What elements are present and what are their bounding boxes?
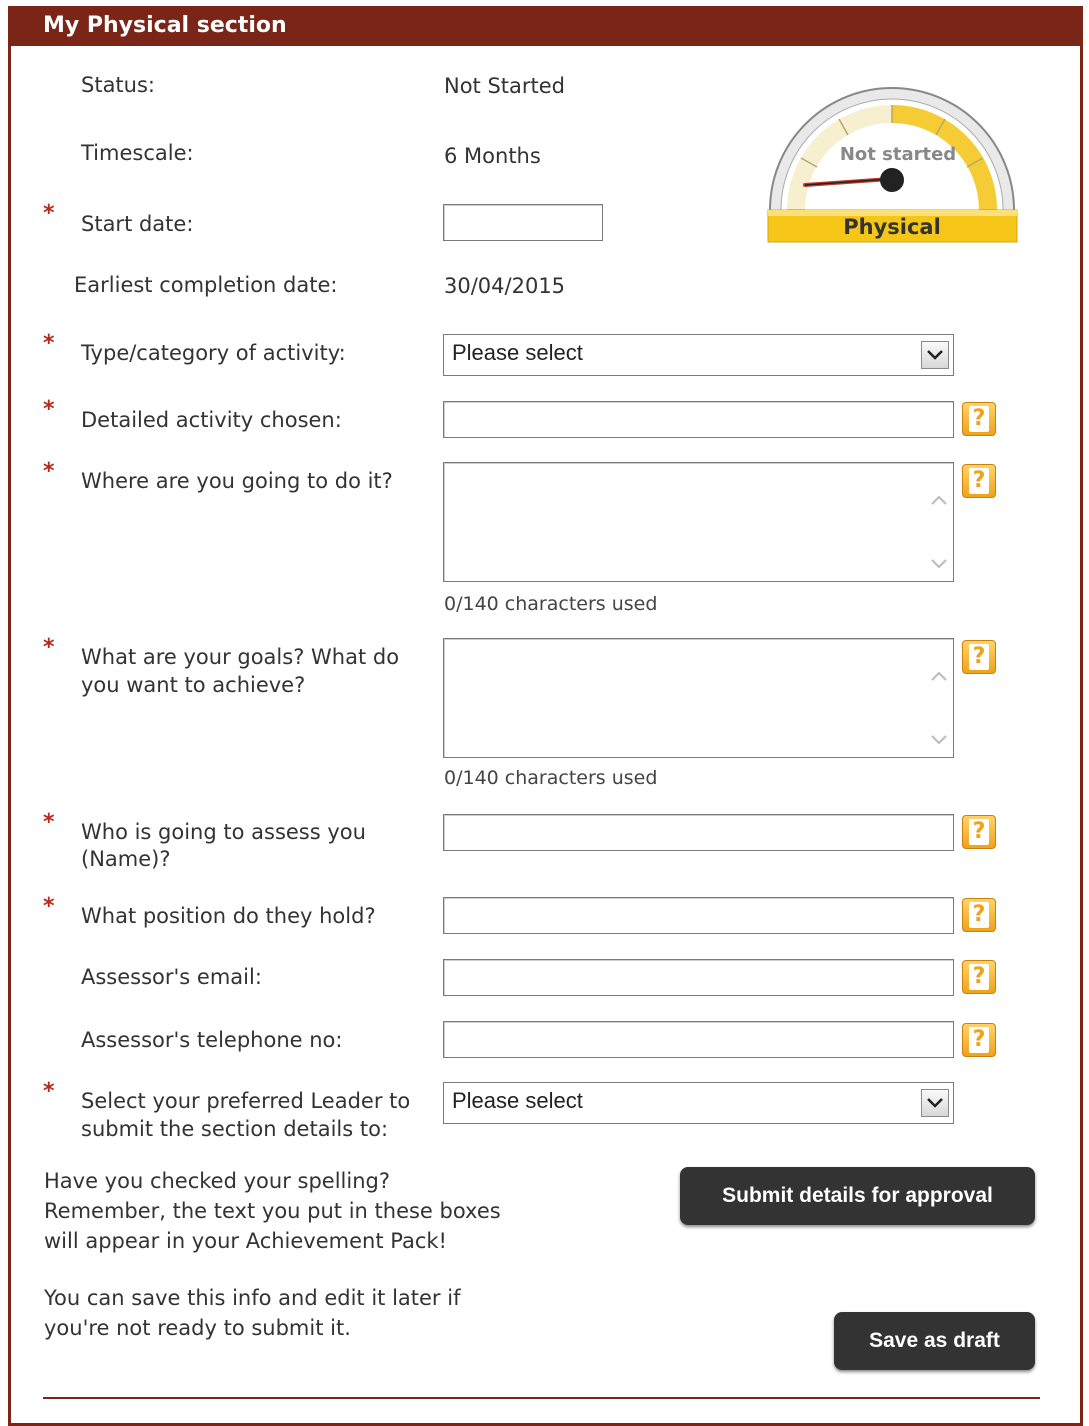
required-marker: *	[43, 201, 55, 226]
status-value: Not Started	[444, 74, 566, 98]
help-icon[interactable]: ?	[962, 1023, 996, 1057]
gauge-section-label: Physical	[843, 215, 941, 239]
assessor-name-label-line1: Who is going to assess you	[81, 820, 366, 844]
assessor-email-label: Assessor's email:	[81, 965, 262, 989]
gauge-graphic: Not started Physical	[767, 87, 1018, 243]
where-label: Where are you going to do it?	[81, 469, 393, 493]
help-icon[interactable]: ?	[962, 815, 996, 849]
required-marker: *	[43, 331, 55, 356]
help-icon[interactable]: ?	[962, 402, 996, 436]
where-textarea[interactable]	[443, 462, 954, 582]
required-marker: *	[43, 810, 55, 835]
help-icon[interactable]: ?	[962, 464, 996, 498]
section-divider	[43, 1397, 1040, 1399]
required-marker: *	[43, 894, 55, 919]
where-char-counter: 0/140 characters used	[444, 593, 658, 615]
textarea-scrollbar[interactable]	[927, 487, 951, 577]
type-category-label: Type/category of activity:	[81, 341, 346, 365]
start-date-input[interactable]	[443, 204, 603, 241]
required-marker: *	[43, 459, 55, 484]
earliest-completion-value: 30/04/2015	[444, 274, 566, 298]
assessor-phone-input[interactable]	[443, 1021, 954, 1058]
textarea-scrollbar[interactable]	[927, 663, 951, 753]
leader-select[interactable]: Please select	[443, 1082, 954, 1124]
save-as-draft-button[interactable]: Save as draft	[834, 1312, 1035, 1370]
earliest-completion-label: Earliest completion date:	[74, 273, 338, 297]
goals-textarea[interactable]	[443, 638, 954, 758]
required-marker: *	[43, 397, 55, 422]
progress-gauge: Not started Physical	[765, 72, 1020, 247]
goals-label-line1: What are your goals? What do	[81, 645, 400, 669]
leader-value: Please select	[452, 1088, 583, 1113]
assessor-name-input[interactable]	[443, 814, 954, 851]
chevron-down-icon[interactable]	[921, 1089, 949, 1117]
type-category-value: Please select	[452, 340, 583, 365]
help-icon[interactable]: ?	[962, 640, 996, 674]
leader-label-line2: submit the section details to:	[81, 1117, 389, 1141]
assessor-name-label-line2: (Name)?	[81, 847, 171, 871]
timescale-value: 6 Months	[444, 144, 541, 168]
detailed-activity-label: Detailed activity chosen:	[81, 408, 342, 432]
goals-char-counter: 0/140 characters used	[444, 767, 658, 789]
position-label: What position do they hold?	[81, 904, 376, 928]
status-label: Status:	[81, 73, 155, 97]
gauge-status-text: Not started	[840, 144, 956, 165]
submit-for-approval-button[interactable]: Submit details for approval	[680, 1167, 1035, 1225]
assessor-email-input[interactable]	[443, 959, 954, 996]
goals-label-line2: you want to achieve?	[81, 673, 306, 697]
save-note: You can save this info and edit it later…	[44, 1286, 461, 1340]
spelling-note: Have you checked your spelling? Remember…	[44, 1169, 501, 1253]
required-marker: *	[43, 1079, 55, 1104]
help-icon[interactable]: ?	[962, 898, 996, 932]
timescale-label: Timescale:	[81, 141, 194, 165]
leader-label-line1: Select your preferred Leader to	[81, 1089, 411, 1113]
section-header: My Physical section	[8, 6, 1083, 46]
required-marker: *	[43, 635, 55, 660]
type-category-select[interactable]: Please select	[443, 334, 954, 376]
detailed-activity-input[interactable]	[443, 401, 954, 438]
assessor-phone-label: Assessor's telephone no:	[81, 1028, 343, 1052]
position-input[interactable]	[443, 897, 954, 934]
help-icon[interactable]: ?	[962, 960, 996, 994]
start-date-label: Start date:	[81, 212, 194, 236]
chevron-down-icon[interactable]	[921, 341, 949, 369]
